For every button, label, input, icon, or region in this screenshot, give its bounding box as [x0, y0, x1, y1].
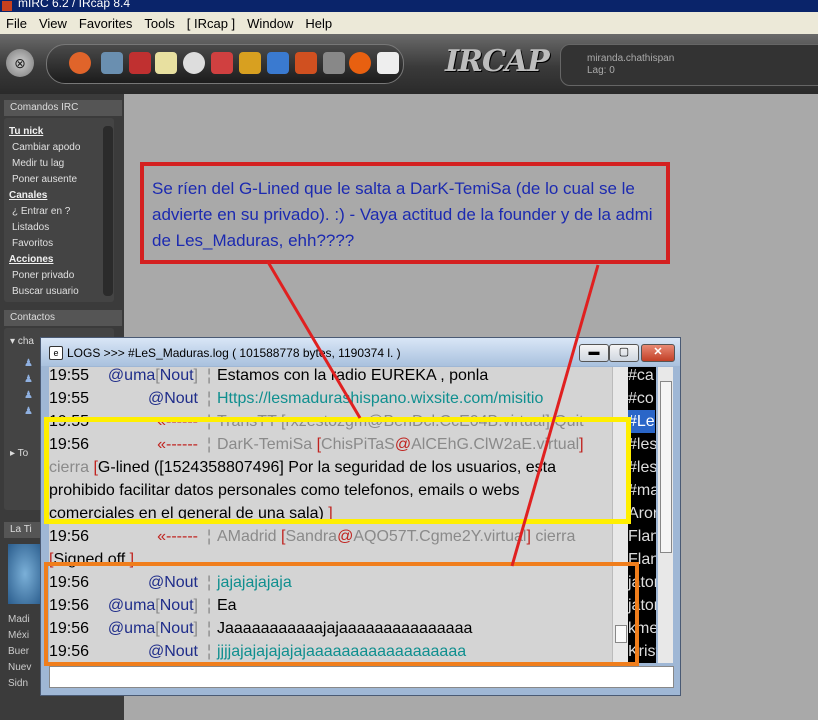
- annotation-arrows: [266, 261, 600, 567]
- arrow-line-right: [510, 264, 600, 567]
- arrow-line-left: [266, 261, 362, 419]
